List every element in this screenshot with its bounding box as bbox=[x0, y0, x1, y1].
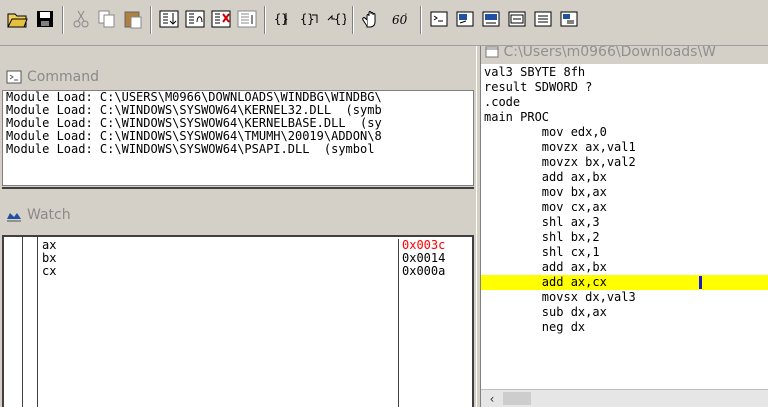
source-line[interactable]: movsx dx,val3 bbox=[481, 290, 768, 305]
source-line-text: sub dx,ax bbox=[484, 305, 607, 319]
source-line-text: main PROC bbox=[484, 110, 550, 124]
command-window-title[interactable]: Command bbox=[0, 64, 476, 90]
text-caret bbox=[699, 276, 702, 289]
toolbar: {} {} {} 60' bbox=[0, 0, 768, 46]
source-line-text: shl ax,3 bbox=[484, 215, 600, 229]
source-line[interactable]: shl cx,1 bbox=[481, 245, 768, 260]
source-line-text: .code bbox=[484, 95, 521, 109]
command-input-divider[interactable] bbox=[2, 187, 474, 195]
source-line[interactable]: add ax,bx bbox=[481, 260, 768, 275]
source-title-label: C:\Users\m0966\Downloads\W bbox=[503, 46, 717, 60]
source-line-text: shl cx,1 bbox=[484, 245, 600, 259]
watch-name[interactable]: bx bbox=[39, 252, 399, 265]
source-line[interactable]: neg dx bbox=[481, 320, 768, 335]
watch-gutter bbox=[4, 237, 38, 407]
toolbar-separator bbox=[150, 6, 152, 34]
source-mode-icon[interactable]: {} bbox=[270, 6, 296, 32]
command-title-label: Command bbox=[27, 69, 99, 85]
step-out-icon[interactable] bbox=[208, 6, 234, 32]
source-line[interactable]: mov cx,ax bbox=[481, 200, 768, 215]
watch-name[interactable]: ax bbox=[39, 239, 399, 252]
source-line[interactable]: movzx ax,val1 bbox=[481, 140, 768, 155]
cut-icon[interactable] bbox=[68, 6, 94, 32]
source-line[interactable]: .code bbox=[481, 95, 768, 110]
source-line[interactable]: mov edx,0 bbox=[481, 125, 768, 140]
watch-icon bbox=[7, 213, 21, 222]
current-source-line[interactable]: add ax,cx bbox=[481, 275, 768, 290]
source-line-text: movzx ax,val1 bbox=[484, 140, 636, 154]
horizontal-scrollbar[interactable]: ‹ bbox=[481, 389, 768, 407]
source-line[interactable]: mov bx,ax bbox=[481, 185, 768, 200]
svg-text:{}: {} bbox=[300, 12, 314, 26]
watch-name[interactable]: cx bbox=[39, 265, 399, 278]
command-line: Module Load: C:\WINDOWS\SYSWOW64\PSAPI.D… bbox=[6, 142, 375, 156]
source-line[interactable]: val3 SBYTE 8fh bbox=[481, 65, 768, 80]
watch-window-icon[interactable] bbox=[452, 6, 478, 32]
source-line[interactable]: shl ax,3 bbox=[481, 215, 768, 230]
watch-names-column: ax bx cx bbox=[39, 239, 399, 278]
source-window-title[interactable]: C:\Users\m0966\Downloads\W bbox=[481, 46, 768, 64]
watch-list[interactable]: ax bx cx 0x003c 0x0014 0x000a bbox=[2, 235, 474, 407]
source-line-text: val3 SBYTE 8fh bbox=[484, 65, 586, 79]
registers-window-icon[interactable] bbox=[530, 6, 556, 32]
svg-text:': ' bbox=[405, 12, 407, 20]
step-over-icon[interactable] bbox=[182, 6, 208, 32]
command-output[interactable]: Module Load: C:\USERS\M0966\DOWNLOADS\WI… bbox=[2, 90, 474, 186]
step-into-icon[interactable] bbox=[156, 6, 182, 32]
watch-values-column: 0x003c 0x0014 0x000a bbox=[398, 239, 474, 407]
watch-title-label: Watch bbox=[27, 207, 71, 223]
source-line-text: mov cx,ax bbox=[484, 200, 607, 214]
watch-window-title[interactable]: Watch bbox=[0, 202, 476, 228]
copy-icon[interactable] bbox=[94, 6, 120, 32]
source-line-text: movzx bx,val2 bbox=[484, 155, 636, 169]
go-icon[interactable]: {} bbox=[322, 6, 348, 32]
source-line-text: add ax,bx bbox=[484, 170, 607, 184]
toolbar-separator bbox=[62, 6, 64, 34]
command-icon bbox=[6, 70, 22, 84]
command-window-icon[interactable] bbox=[426, 6, 452, 32]
source-line[interactable]: movzx bx,val2 bbox=[481, 155, 768, 170]
source-line-text: movsx dx,val3 bbox=[484, 290, 636, 304]
source-line[interactable]: add ax,bx bbox=[481, 170, 768, 185]
source-line-text: neg dx bbox=[484, 320, 586, 334]
paste-icon[interactable] bbox=[120, 6, 146, 32]
save-icon[interactable] bbox=[32, 6, 58, 32]
source-file-icon bbox=[485, 46, 499, 58]
hand-icon[interactable] bbox=[358, 6, 384, 32]
scroll-thumb[interactable] bbox=[503, 392, 531, 405]
source-line[interactable]: shl bx,2 bbox=[481, 230, 768, 245]
run-to-cursor-icon[interactable] bbox=[234, 6, 260, 32]
locals-window-icon[interactable] bbox=[478, 6, 504, 32]
source-code[interactable]: val3 SBYTE 8fh result SDWORD ? .code main P… bbox=[481, 65, 768, 395]
svg-text:{}: {} bbox=[334, 12, 346, 26]
hex-icon[interactable]: 60 ' bbox=[388, 6, 414, 32]
break-icon[interactable]: {} bbox=[296, 6, 322, 32]
left-pane: Command Module Load: C:\USERS\M0966\DOWN… bbox=[0, 46, 476, 407]
toolbar-separator bbox=[420, 6, 422, 34]
open-folder-icon[interactable] bbox=[4, 6, 30, 32]
source-line-text: mov edx,0 bbox=[484, 125, 607, 139]
source-window: C:\Users\m0966\Downloads\W val3 SBYTE 8f… bbox=[481, 46, 768, 407]
toolbar-separator bbox=[352, 6, 354, 34]
source-line[interactable]: result SDWORD ? bbox=[481, 80, 768, 95]
source-line-text: add ax,bx bbox=[484, 260, 607, 274]
source-line-text: add ax,cx bbox=[484, 275, 607, 289]
chevron-left-icon[interactable]: ‹ bbox=[483, 391, 501, 406]
source-line-text: mov bx,ax bbox=[484, 185, 607, 199]
calls-window-icon[interactable] bbox=[556, 6, 582, 32]
watch-value[interactable]: 0x000a bbox=[399, 265, 474, 278]
source-line-text: result SDWORD ? bbox=[484, 80, 593, 94]
source-line[interactable]: main PROC bbox=[481, 110, 768, 125]
source-line[interactable]: sub dx,ax bbox=[481, 305, 768, 320]
memory-window-icon[interactable] bbox=[504, 6, 530, 32]
source-line-text: shl bx,2 bbox=[484, 230, 600, 244]
toolbar-separator bbox=[264, 6, 266, 34]
